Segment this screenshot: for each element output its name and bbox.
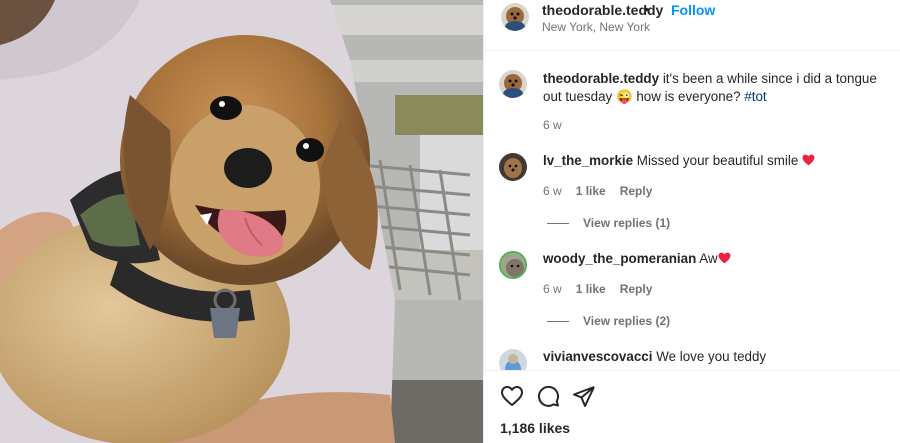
divider-line [547, 320, 569, 322]
caption-meta: 6 w [543, 118, 562, 132]
view-replies-label: View replies (2) [583, 314, 671, 328]
avatar[interactable] [499, 70, 527, 98]
comment-likes[interactable]: 1 like [576, 184, 606, 198]
view-replies-label: View replies (1) [583, 216, 671, 230]
comment-username[interactable]: vivianvescovacci [543, 349, 652, 364]
avatar[interactable] [499, 153, 527, 181]
comment-icon[interactable] [536, 384, 560, 408]
avatar[interactable] [499, 251, 527, 279]
caption-username[interactable]: theodorable.teddy [543, 71, 659, 86]
post-photo[interactable] [0, 0, 483, 443]
post-side-panel: theodorable.teddy • Follow New York, New… [483, 0, 900, 443]
red-heart-emoji-icon [718, 251, 731, 269]
avatar[interactable] [501, 3, 529, 31]
location-link[interactable]: New York, New York [542, 20, 650, 34]
comment-username[interactable]: lv_the_morkie [543, 153, 633, 168]
comment-username[interactable]: woody_the_pomeranian [543, 251, 696, 266]
likes-count[interactable]: 1,186 likes [500, 420, 570, 436]
caption-age[interactable]: 6 w [543, 118, 562, 132]
comment-likes[interactable]: 1 like [576, 282, 606, 296]
reply-button[interactable]: Reply [620, 184, 653, 198]
post-header: theodorable.teddy • Follow New York, New… [484, 0, 900, 51]
view-replies-button[interactable]: View replies (1) [547, 216, 670, 230]
comment-text-row: vivianvescovacci We love you teddy [543, 348, 895, 366]
caption: theodorable.teddy it's been a while sinc… [543, 70, 895, 106]
action-bar: 1,186 likes [484, 370, 900, 443]
comment-text: Missed your beautiful smile [636, 153, 799, 168]
reply-button[interactable]: Reply [620, 282, 653, 296]
comment-meta: 6 w 1 like Reply [543, 184, 652, 198]
separator-dot: • [644, 1, 649, 17]
instagram-post: theodorable.teddy • Follow New York, New… [0, 0, 900, 443]
divider-line [547, 222, 569, 224]
comment-text-row: lv_the_morkie Missed your beautiful smil… [543, 152, 895, 171]
comment-text: Aw [699, 251, 718, 266]
comments-section: theodorable.teddy it's been a while sinc… [484, 52, 900, 370]
red-heart-emoji-icon [802, 153, 815, 171]
view-replies-button[interactable]: View replies (2) [547, 314, 670, 328]
comment-text: We love you teddy [656, 349, 767, 364]
follow-button[interactable]: Follow [671, 2, 715, 18]
share-icon[interactable] [572, 384, 596, 408]
comment-age[interactable]: 6 w [543, 282, 562, 296]
hashtag-link[interactable]: #tot [744, 89, 766, 104]
comment-age[interactable]: 6 w [543, 184, 562, 198]
comment-meta: 6 w 1 like Reply [543, 282, 652, 296]
heart-icon[interactable] [500, 384, 524, 408]
comment-text-row: woody_the_pomeranian Aw [543, 250, 895, 269]
dog-photo-illustration [0, 0, 483, 443]
avatar[interactable] [499, 349, 527, 370]
